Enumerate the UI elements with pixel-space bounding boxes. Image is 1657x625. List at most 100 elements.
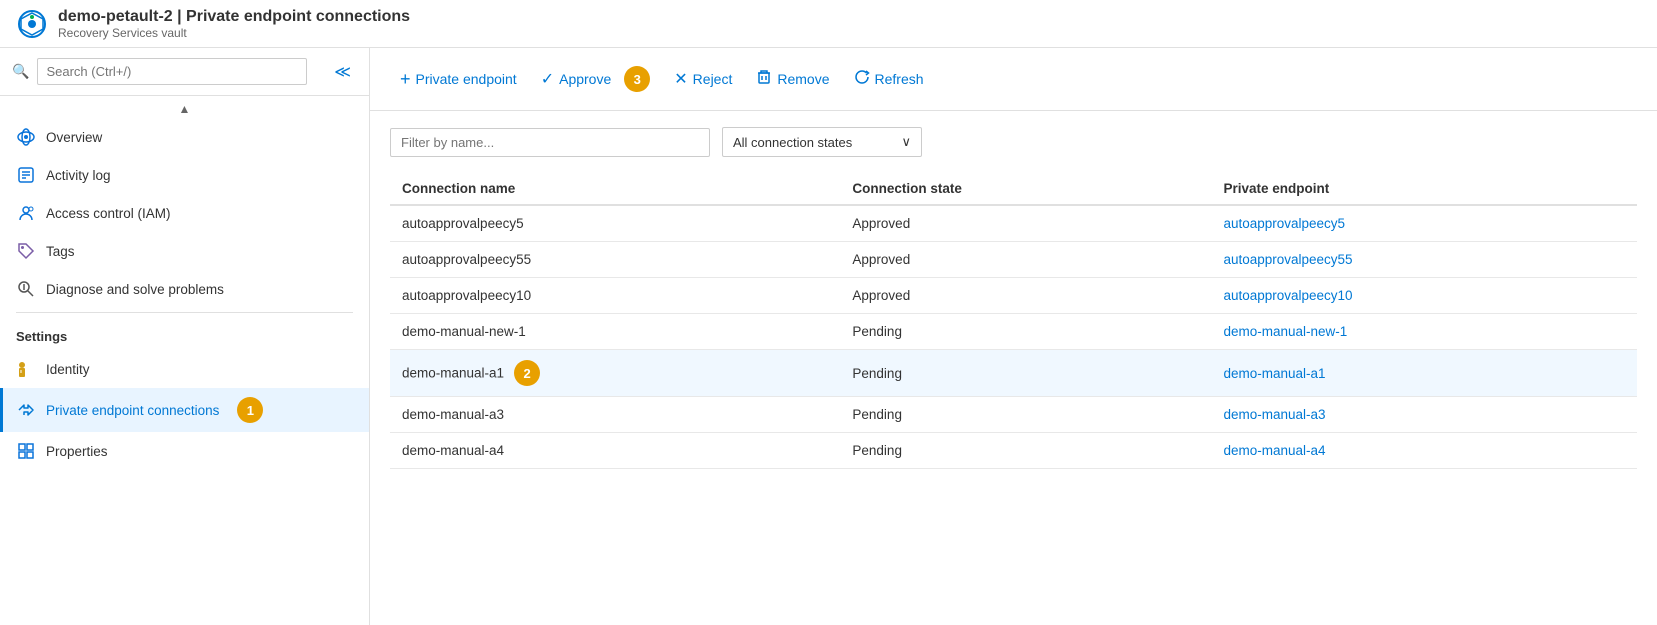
- connection-name-cell: demo-manual-a3: [390, 397, 840, 433]
- connection-name-cell: demo-manual-a4: [390, 433, 840, 469]
- sidebar-badge: 1: [237, 397, 263, 423]
- reject-label: Reject: [693, 71, 733, 87]
- connection-state-cell: Pending: [840, 397, 1211, 433]
- header-text: demo-petault-2 | Private endpoint connec…: [58, 8, 410, 40]
- private-endpoint-link[interactable]: demo-manual-a1: [1223, 366, 1325, 381]
- refresh-label: Refresh: [875, 71, 924, 87]
- sidebar-item-diagnose[interactable]: Diagnose and solve problems: [0, 270, 369, 308]
- page-subtitle: Recovery Services vault: [58, 26, 410, 40]
- connection-name-cell: demo-manual-new-1: [390, 314, 840, 350]
- private-endpoint-link[interactable]: demo-manual-a3: [1223, 407, 1325, 422]
- connection-state-cell: Approved: [840, 242, 1211, 278]
- sidebar-nav: ▲ Overview Activity log: [0, 96, 369, 625]
- sidebar-item-tags[interactable]: Tags: [0, 232, 369, 270]
- sidebar-item-iam-label: Access control (IAM): [46, 206, 171, 221]
- search-input[interactable]: [37, 58, 307, 85]
- sidebar-item-identity[interactable]: Identity: [0, 350, 369, 388]
- plus-icon: +: [400, 69, 411, 90]
- approve-label: Approve: [559, 71, 611, 87]
- private-endpoint-link[interactable]: autoapprovalpeecy55: [1223, 252, 1352, 267]
- sidebar-item-activity-log-label: Activity log: [46, 168, 111, 183]
- settings-divider: [16, 312, 353, 313]
- sidebar-item-iam[interactable]: Access control (IAM): [0, 194, 369, 232]
- sidebar-item-tags-label: Tags: [46, 244, 75, 259]
- private-endpoint-icon: [16, 400, 36, 420]
- connection-state-cell: Pending: [840, 314, 1211, 350]
- add-private-endpoint-label: Private endpoint: [416, 71, 517, 87]
- private-endpoint-link[interactable]: autoapprovalpeecy10: [1223, 288, 1352, 303]
- search-icon: 🔍: [12, 63, 29, 80]
- private-endpoint-link[interactable]: demo-manual-a4: [1223, 443, 1325, 458]
- x-icon: ✕: [674, 69, 687, 89]
- iam-icon: [16, 203, 36, 223]
- sidebar-item-activity-log[interactable]: Activity log: [0, 156, 369, 194]
- vault-icon: [16, 8, 48, 40]
- private-endpoint-link[interactable]: demo-manual-new-1: [1223, 324, 1347, 339]
- state-dropdown[interactable]: All connection states ∨: [722, 127, 922, 157]
- collapse-sidebar-button[interactable]: ≪: [328, 60, 357, 84]
- scroll-up-button[interactable]: ▲: [179, 102, 191, 116]
- connections-table: Connection name Connection state Private…: [390, 173, 1637, 469]
- sidebar-item-identity-label: Identity: [46, 362, 90, 377]
- chevron-down-icon: ∨: [901, 134, 911, 150]
- table-row[interactable]: demo-manual-a3Pendingdemo-manual-a3: [390, 397, 1637, 433]
- identity-icon: [16, 359, 36, 379]
- row-badge: 2: [514, 360, 540, 386]
- private-endpoint-link[interactable]: autoapprovalpeecy5: [1223, 216, 1345, 231]
- diagnose-icon: [16, 279, 36, 299]
- sidebar-item-overview[interactable]: Overview: [0, 118, 369, 156]
- tags-icon: [16, 241, 36, 261]
- table-row[interactable]: demo-manual-new-1Pendingdemo-manual-new-…: [390, 314, 1637, 350]
- properties-icon: [16, 441, 36, 461]
- connection-name-cell: autoapprovalpeecy10: [390, 278, 840, 314]
- filter-row: All connection states ∨: [390, 127, 1637, 157]
- sidebar-search-bar[interactable]: 🔍 ≪: [0, 48, 369, 96]
- content-area: All connection states ∨ Connection name …: [370, 111, 1657, 625]
- sidebar: 🔍 ≪ ▲ Overview Activity log: [0, 48, 370, 625]
- reject-button[interactable]: ✕ Reject: [664, 63, 742, 95]
- state-dropdown-label: All connection states: [733, 135, 852, 150]
- sidebar-item-private-endpoint[interactable]: Private endpoint connections 1: [0, 388, 369, 432]
- table-row[interactable]: autoapprovalpeecy55Approvedautoapprovalp…: [390, 242, 1637, 278]
- main-content: + Private endpoint ✓ Approve 3 ✕ Reject: [370, 48, 1657, 625]
- refresh-button[interactable]: Refresh: [844, 63, 934, 96]
- sidebar-item-properties[interactable]: Properties: [0, 432, 369, 470]
- check-icon: ✓: [541, 69, 554, 89]
- table-row[interactable]: autoapprovalpeecy5Approvedautoapprovalpe…: [390, 205, 1637, 242]
- connection-name-cell: autoapprovalpeecy55: [390, 242, 840, 278]
- refresh-icon: [854, 69, 870, 90]
- table-row[interactable]: demo-manual-a4Pendingdemo-manual-a4: [390, 433, 1637, 469]
- settings-section-label: Settings: [0, 317, 369, 350]
- approve-button[interactable]: ✓ Approve 3: [531, 60, 661, 98]
- filter-name-input[interactable]: [390, 128, 710, 157]
- private-endpoint-cell[interactable]: demo-manual-a4: [1211, 433, 1637, 469]
- private-endpoint-cell[interactable]: demo-manual-a3: [1211, 397, 1637, 433]
- page-title: demo-petault-2 | Private endpoint connec…: [58, 8, 410, 26]
- trash-icon: [756, 69, 772, 90]
- col-connection-state: Connection state: [840, 173, 1211, 205]
- private-endpoint-cell[interactable]: autoapprovalpeecy5: [1211, 205, 1637, 242]
- remove-label: Remove: [777, 71, 829, 87]
- activity-log-icon: [16, 165, 36, 185]
- private-endpoint-cell[interactable]: autoapprovalpeecy55: [1211, 242, 1637, 278]
- private-endpoint-cell[interactable]: demo-manual-new-1: [1211, 314, 1637, 350]
- connection-state-cell: Pending: [840, 433, 1211, 469]
- private-endpoint-cell[interactable]: autoapprovalpeecy10: [1211, 278, 1637, 314]
- connection-state-cell: Approved: [840, 205, 1211, 242]
- table-row[interactable]: demo-manual-a12Pending demo-manual-a1: [390, 350, 1637, 397]
- table-header-row: Connection name Connection state Private…: [390, 173, 1637, 205]
- table-row[interactable]: autoapprovalpeecy10Approvedautoapprovalp…: [390, 278, 1637, 314]
- overview-icon: [16, 127, 36, 147]
- add-private-endpoint-button[interactable]: + Private endpoint: [390, 63, 527, 96]
- top-bar: demo-petault-2 | Private endpoint connec…: [0, 0, 1657, 48]
- approve-badge: 3: [624, 66, 650, 92]
- connection-state-cell: Pending: [840, 350, 1211, 397]
- connection-name-cell: demo-manual-a12: [390, 350, 840, 397]
- remove-button[interactable]: Remove: [746, 63, 839, 96]
- toolbar: + Private endpoint ✓ Approve 3 ✕ Reject: [370, 48, 1657, 111]
- col-connection-name: Connection name: [390, 173, 840, 205]
- connection-state-cell: Approved: [840, 278, 1211, 314]
- connection-name-cell: autoapprovalpeecy5: [390, 205, 840, 242]
- sidebar-item-overview-label: Overview: [46, 130, 102, 145]
- private-endpoint-cell[interactable]: demo-manual-a1: [1211, 350, 1637, 397]
